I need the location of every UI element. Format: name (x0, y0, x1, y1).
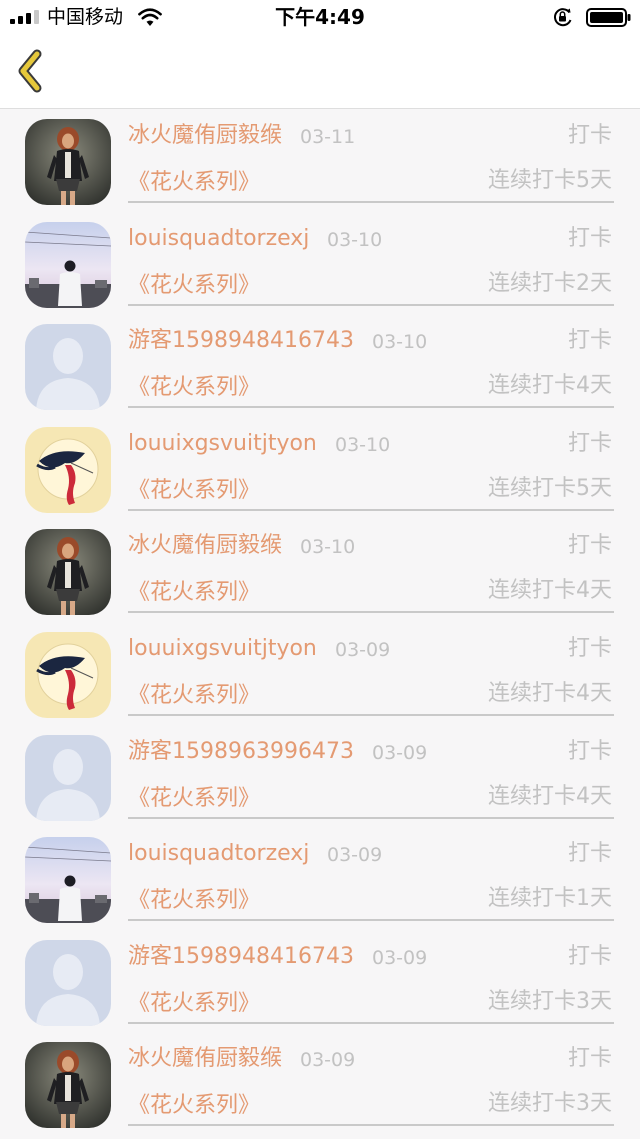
checkin-row[interactable]: louuixgsvuitjtyon 03-09 打卡《花火系列》 连续打卡4天 (0, 622, 640, 725)
streak-count: 连续打卡4天 (488, 373, 612, 399)
checkin-row[interactable]: louisquadtorzexj 03-10 打卡《花火系列》 连续打卡2天 (0, 212, 640, 315)
user-name[interactable]: louisquadtorzexj (128, 224, 309, 254)
avatar[interactable] (25, 939, 111, 1026)
user-name[interactable]: 冰火魔侑厨毅缑 (128, 531, 282, 561)
user-name[interactable]: louuixgsvuitjtyon (128, 429, 317, 459)
checkin-date: 03-10 (372, 331, 428, 354)
status-time: 下午4:49 (275, 5, 365, 29)
battery-icon (586, 8, 631, 27)
chevron-left-icon (18, 49, 42, 93)
row-divider (128, 919, 614, 922)
user-name[interactable]: louisquadtorzexj (128, 839, 309, 869)
checkin-date: 03-09 (335, 638, 391, 661)
avatar[interactable] (25, 221, 111, 308)
row-divider (128, 1021, 614, 1024)
checkin-action-label: 打卡 (567, 841, 612, 867)
checkin-action-label: 打卡 (567, 430, 612, 456)
avatar[interactable] (25, 324, 111, 411)
checkin-date: 03-10 (327, 228, 383, 251)
checkin-date: 03-09 (327, 844, 383, 867)
row-divider (128, 201, 614, 203)
avatar[interactable] (25, 529, 111, 616)
user-name[interactable]: 冰火魔侑厨毅缑 (128, 1044, 282, 1074)
streak-count: 连续打卡5天 (488, 475, 612, 501)
checkin-action-label: 打卡 (567, 123, 612, 148)
avatar[interactable] (25, 426, 111, 513)
series-title[interactable]: 《花火系列》 (128, 578, 260, 608)
checkin-action-label: 打卡 (567, 943, 612, 969)
user-name[interactable]: 游客1598963996473 (128, 737, 354, 767)
checkin-action-label: 打卡 (567, 635, 612, 661)
avatar[interactable] (25, 734, 111, 821)
checkin-list: 冰火魔侑厨毅缑 03-11 打卡 《花火系列》 连续打卡5天 louisquadtorze… (0, 109, 640, 1135)
avatar[interactable] (25, 119, 111, 205)
checkin-action-label: 打卡 (567, 738, 612, 764)
streak-count: 连续打卡4天 (488, 783, 612, 809)
series-title[interactable]: 《花火系列》 (128, 784, 260, 814)
series-title[interactable]: 《花火系列》 (128, 1091, 260, 1121)
user-name[interactable]: 游客1598948416743 (128, 942, 354, 972)
checkin-row[interactable]: 冰火魔侑厨毅缑 03-09 打卡《花火系列》 连续打卡3天 (0, 1032, 640, 1135)
series-title[interactable]: 《花火系列》 (128, 681, 260, 711)
user-name[interactable]: 冰火魔侑厨毅缑 (128, 121, 282, 151)
series-title[interactable]: 《花火系列》 (128, 886, 260, 916)
checkin-action-label: 打卡 (567, 328, 612, 354)
checkin-row[interactable]: 游客1598948416743 03-09 打卡《花火系列》 连续打卡3天 (0, 930, 640, 1033)
user-name[interactable]: louuixgsvuitjtyon (128, 634, 317, 664)
checkin-row[interactable]: 冰火魔侑厨毅缑 03-10 打卡《花火系列》 连续打卡4天 (0, 519, 640, 622)
rotation-lock-icon (554, 8, 572, 27)
checkin-row[interactable]: louuixgsvuitjtyon 03-10 打卡《花火系列》 连续打卡5天 (0, 417, 640, 520)
series-title[interactable]: 《花火系列》 (128, 271, 260, 301)
streak-count: 连续打卡4天 (488, 578, 612, 604)
streak-count: 连续打卡2天 (488, 270, 612, 296)
checkin-action-label: 打卡 (567, 225, 612, 251)
back-button[interactable] (10, 46, 56, 96)
streak-count: 连续打卡4天 (488, 680, 612, 706)
checkin-row[interactable]: louisquadtorzexj 03-09 打卡《花火系列》 连续打卡1天 (0, 827, 640, 930)
series-title[interactable]: 《花火系列》 (128, 373, 260, 403)
checkin-action-label: 打卡 (567, 1046, 612, 1072)
row-divider (128, 816, 614, 819)
row-divider (128, 508, 614, 511)
checkin-row[interactable]: 游客1598963996473 03-09 打卡《花火系列》 连续打卡4天 (0, 725, 640, 828)
avatar[interactable] (25, 1042, 111, 1129)
series-title[interactable]: 《花火系列》 (128, 989, 260, 1019)
row-divider (128, 1124, 614, 1127)
status-bar: 中国移动 下午4:49 (0, 0, 640, 34)
streak-count: 连续打卡1天 (488, 886, 612, 912)
checkin-date: 03-11 (300, 126, 356, 148)
avatar[interactable] (25, 631, 111, 718)
row-divider (128, 713, 614, 716)
streak-count: 连续打卡5天 (488, 168, 612, 193)
row-divider (128, 611, 614, 614)
user-name[interactable]: 游客1598948416743 (128, 326, 354, 356)
streak-count: 连续打卡3天 (488, 988, 612, 1014)
checkin-row[interactable]: 游客1598948416743 03-10 打卡《花火系列》 连续打卡4天 (0, 314, 640, 417)
streak-count: 连续打卡3天 (488, 1091, 612, 1117)
checkin-date: 03-09 (300, 1049, 356, 1072)
checkin-date: 03-10 (300, 536, 356, 559)
row-divider (128, 303, 614, 306)
series-title[interactable]: 《花火系列》 (128, 168, 260, 198)
checkin-row[interactable]: 冰火魔侑厨毅缑 03-11 打卡《花火系列》 连续打卡5天 (0, 109, 640, 212)
series-title[interactable]: 《花火系列》 (128, 476, 260, 506)
checkin-date: 03-09 (372, 741, 428, 764)
checkin-date: 03-10 (335, 433, 391, 456)
checkin-action-label: 打卡 (567, 533, 612, 559)
checkin-date: 03-09 (372, 946, 428, 969)
avatar[interactable] (25, 837, 111, 924)
row-divider (128, 406, 614, 409)
navigation-bar (0, 34, 640, 109)
